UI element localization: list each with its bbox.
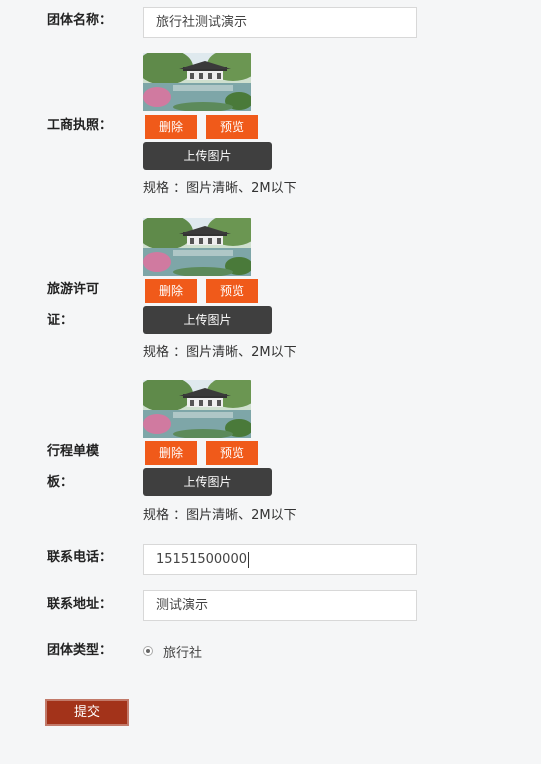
contact-phone-label: 联系电话：	[47, 550, 113, 565]
travel-permit-delete-button[interactable]: 删除	[145, 279, 197, 303]
contact-phone-input[interactable]: 15151500000	[143, 544, 417, 575]
group-name-input[interactable]: 旅行社测试演示	[143, 7, 417, 38]
business-license-delete-button[interactable]: 删除	[145, 115, 197, 139]
business-license-upload-button[interactable]: 上传图片	[143, 142, 272, 170]
travel-permit-label-line2: 证：	[47, 313, 74, 328]
business-license-spec-text: 规格 ：图片清晰、2M以下	[143, 181, 297, 196]
travel-permit-upload-button[interactable]: 上传图片	[143, 306, 272, 334]
itinerary-template-spec-text: 规格 ：图片清晰、2M以下	[143, 508, 297, 523]
business-license-preview-button[interactable]: 预览	[206, 115, 258, 139]
contact-address-label: 联系地址：	[47, 597, 113, 612]
registration-form: 团体名称： 旅行社测试演示 工商执照： 删除 预览 上传图片 规格 ：图片清晰、…	[0, 0, 541, 764]
radio-icon[interactable]	[143, 646, 153, 656]
group-name-label: 团体名称：	[47, 13, 113, 28]
itinerary-template-delete-button[interactable]: 删除	[145, 441, 197, 465]
group-type-option-label: 旅行社	[163, 645, 203, 661]
text-cursor	[247, 551, 249, 568]
group-type-radio-option[interactable]: 旅行社	[143, 640, 202, 662]
business-license-thumbnail	[143, 53, 251, 111]
travel-permit-label-line1: 旅游许可	[47, 282, 100, 297]
itinerary-template-preview-button[interactable]: 预览	[206, 441, 258, 465]
travel-permit-thumbnail	[143, 218, 251, 276]
contact-address-input[interactable]: 测试演示	[143, 590, 417, 621]
itinerary-template-label-line1: 行程单模	[47, 444, 100, 459]
pavilion-photo-icon	[143, 53, 251, 111]
group-type-label: 团体类型：	[47, 643, 113, 658]
contact-phone-value: 15151500000	[156, 552, 247, 567]
itinerary-template-thumbnail	[143, 380, 251, 438]
itinerary-template-upload-button[interactable]: 上传图片	[143, 468, 272, 496]
pavilion-photo-icon	[143, 218, 251, 276]
travel-permit-preview-button[interactable]: 预览	[206, 279, 258, 303]
itinerary-template-label-line2: 板：	[47, 475, 74, 490]
travel-permit-spec-text: 规格 ：图片清晰、2M以下	[143, 345, 297, 360]
business-license-label: 工商执照：	[47, 118, 113, 133]
submit-button[interactable]: 提交	[45, 699, 129, 726]
pavilion-photo-icon	[143, 380, 251, 438]
